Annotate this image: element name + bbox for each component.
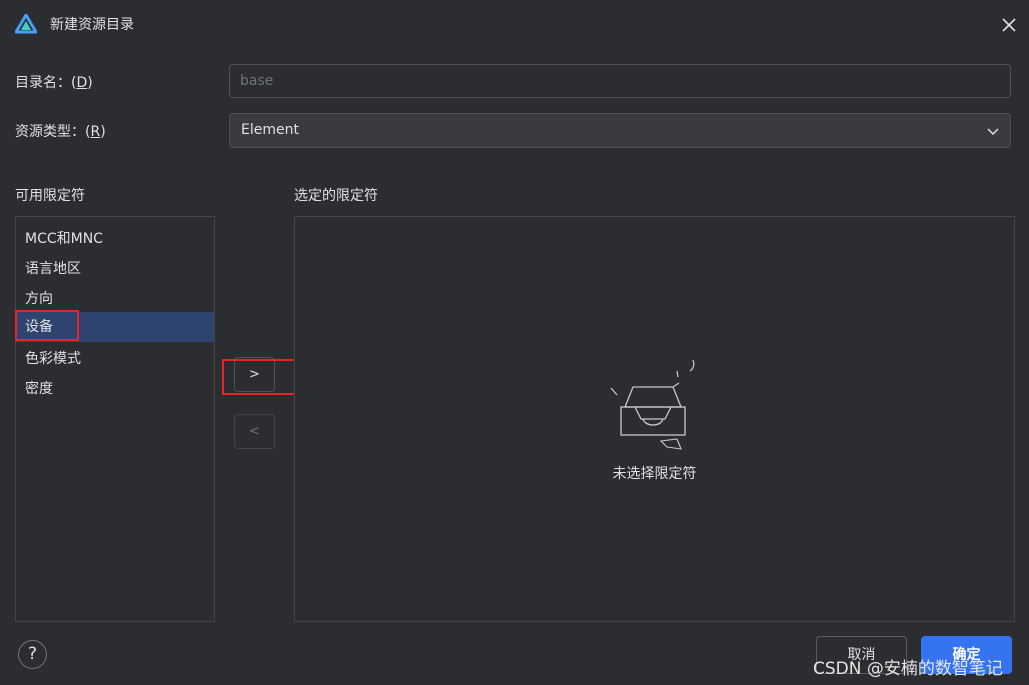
close-icon[interactable] <box>996 12 1022 38</box>
deveco-logo-icon <box>15 14 37 34</box>
new-resource-directory-dialog: 新建资源目录 目录名：(D) 资源类型：(R) Element 可用限定符 选定… <box>0 0 1029 685</box>
ok-button[interactable]: 确定 <box>921 636 1012 674</box>
dialog-title: 新建资源目录 <box>50 17 134 33</box>
help-button[interactable]: ? <box>18 640 47 669</box>
qualifier-item-mcc-mnc[interactable]: MCC和MNC <box>16 224 214 254</box>
resource-type-value: Element <box>241 122 299 138</box>
available-qualifiers-list: MCC和MNC 语言地区 方向 设备 色彩模式 密度 <box>15 216 215 622</box>
selected-qualifiers-header: 选定的限定符 <box>294 188 378 204</box>
selected-qualifiers-panel: 未选择限定符 <box>294 216 1015 622</box>
cancel-button[interactable]: 取消 <box>816 636 907 674</box>
dir-name-input[interactable] <box>229 64 1011 98</box>
qualifier-item-device[interactable]: 设备 <box>16 312 214 342</box>
qualifier-item-color-mode[interactable]: 色彩模式 <box>16 344 214 374</box>
resource-type-select[interactable]: Element <box>229 113 1011 148</box>
res-type-label: 资源类型：(R) <box>15 124 106 140</box>
qualifier-item-locale[interactable]: 语言地区 <box>16 254 214 284</box>
add-qualifier-button[interactable]: > <box>234 357 275 392</box>
remove-qualifier-button[interactable]: < <box>234 414 275 449</box>
empty-box-icon <box>610 359 695 450</box>
qualifier-item-density[interactable]: 密度 <box>16 374 214 404</box>
empty-state-text: 未选择限定符 <box>612 466 697 482</box>
res-type-mnemonic: R <box>90 124 101 140</box>
available-qualifiers-header: 可用限定符 <box>15 188 85 204</box>
dir-name-label: 目录名：(D) <box>15 75 93 91</box>
dir-name-mnemonic: D <box>76 75 88 91</box>
title-bar: 新建资源目录 <box>0 0 1029 48</box>
chevron-down-icon <box>987 128 999 136</box>
qualifier-item-orientation[interactable]: 方向 <box>16 284 214 314</box>
